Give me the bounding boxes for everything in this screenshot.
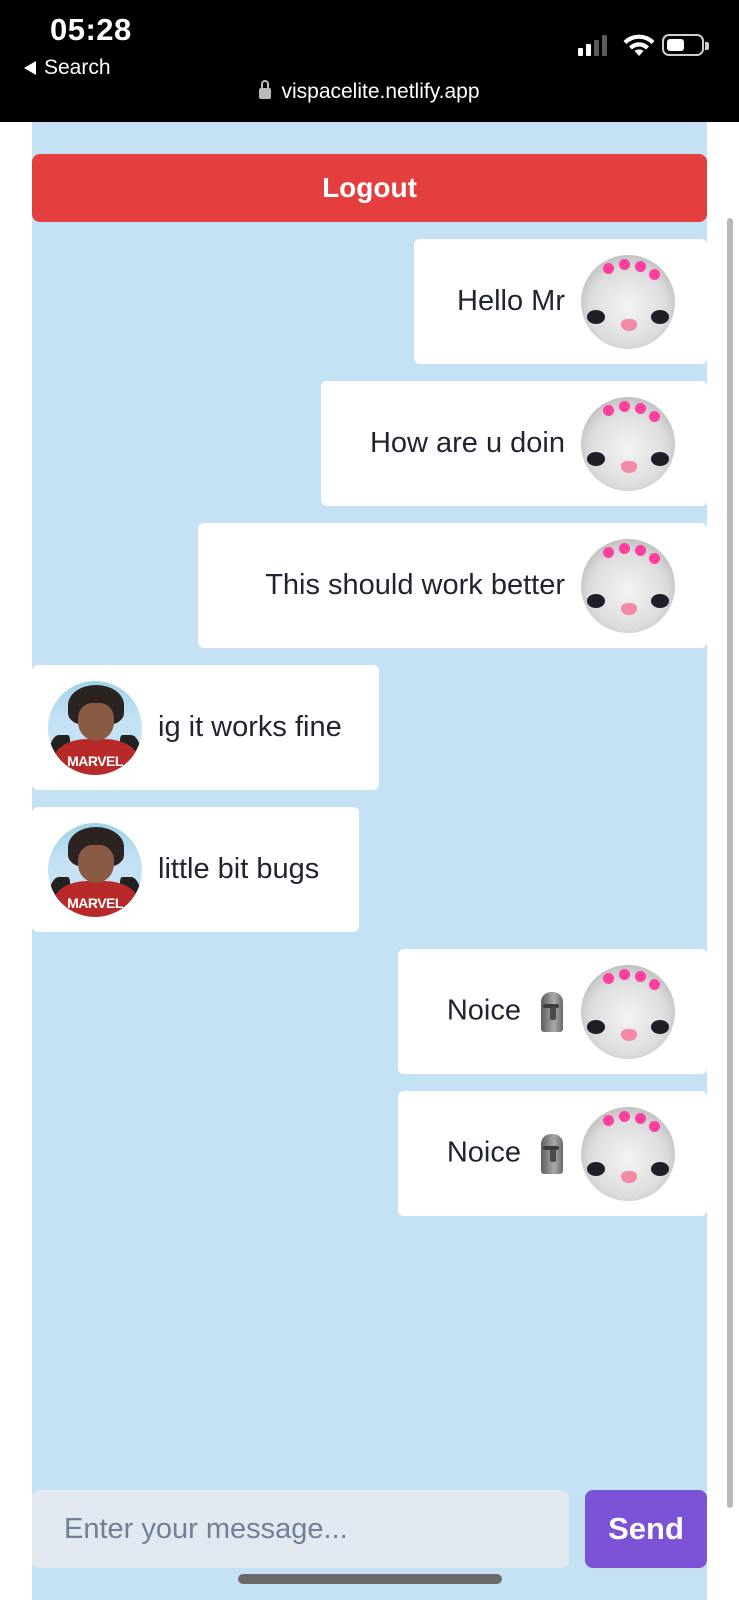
- moai-emoji: [539, 991, 565, 1032]
- wifi-icon: [623, 34, 655, 56]
- back-arrow-icon: [24, 61, 36, 75]
- message-input[interactable]: [32, 1490, 569, 1568]
- message-text: How are u doin: [369, 427, 565, 459]
- marvel-avatar: MARVEL: [48, 822, 142, 917]
- cat-avatar: [581, 1106, 675, 1201]
- status-bar: 05:28 Search vispacelite.netlify.app: [0, 0, 739, 122]
- cat-avatar: [581, 254, 675, 349]
- back-label: Search: [44, 56, 111, 79]
- message-text: little bit bugs: [158, 853, 320, 885]
- moai-emoji: [539, 1133, 565, 1174]
- message-bubble: MARVEL ig it works fine: [32, 665, 379, 790]
- message-bubble: Noice: [398, 1091, 707, 1216]
- scrollbar[interactable]: [727, 218, 733, 1508]
- chat-panel: Logout Hello Mr How are u doin This shou…: [32, 122, 707, 1600]
- message-text: ig it works fine: [158, 711, 342, 743]
- message-bubble: MARVEL little bit bugs: [32, 807, 359, 932]
- message-bubble: This should work better: [198, 523, 707, 648]
- logout-button[interactable]: Logout: [32, 154, 707, 222]
- message-text: Noice: [447, 1133, 565, 1174]
- message-composer: Send: [32, 1490, 707, 1568]
- send-button[interactable]: Send: [585, 1490, 707, 1568]
- message-bubble: Noice: [398, 949, 707, 1074]
- message-bubble: How are u doin: [321, 381, 707, 506]
- cat-avatar: [581, 964, 675, 1059]
- message-text: This should work better: [265, 569, 565, 601]
- avatar-logo-text: MARVEL: [67, 894, 123, 911]
- message-text: Hello Mr: [457, 285, 565, 317]
- home-indicator[interactable]: [238, 1574, 502, 1584]
- address-bar[interactable]: vispacelite.netlify.app: [0, 80, 739, 104]
- url-text: vispacelite.netlify.app: [281, 80, 480, 103]
- message-text: Noice: [447, 991, 565, 1032]
- marvel-avatar: MARVEL: [48, 680, 142, 775]
- message-bubble: Hello Mr: [414, 239, 707, 364]
- avatar-logo-text: MARVEL: [67, 752, 123, 769]
- cat-avatar: [581, 396, 675, 491]
- back-to-search-button[interactable]: Search: [24, 56, 111, 80]
- cat-avatar: [581, 538, 675, 633]
- signal-icon: [578, 34, 607, 56]
- battery-icon: [662, 34, 709, 56]
- lock-icon: [259, 80, 272, 99]
- status-time: 05:28: [50, 12, 132, 47]
